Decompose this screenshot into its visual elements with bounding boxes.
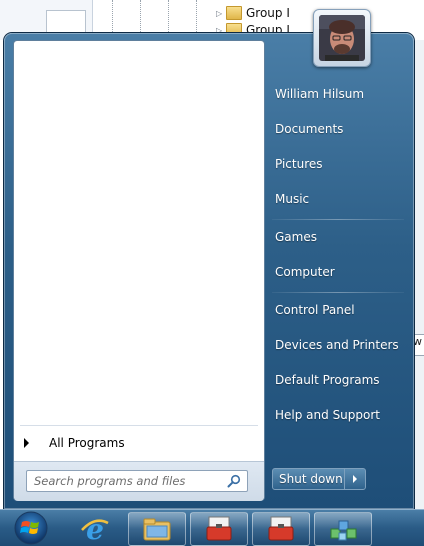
folder-icon [226,6,242,20]
tree-item-label: Group I [246,6,290,20]
network-cubes-icon [330,520,357,541]
folder-icon [143,518,171,541]
background-tree-item[interactable]: ▷ Group I [216,5,290,21]
background-partial-text: w [413,335,422,348]
shutdown-split-button: Shut down [272,468,366,490]
expand-icon[interactable]: ▷ [216,9,226,18]
internet-explorer-icon: e [81,514,109,544]
shutdown-options-button[interactable] [345,469,365,489]
toolbox-icon [206,516,232,541]
separator [272,292,404,293]
menu-item-control-panel[interactable]: Control Panel [275,300,355,320]
taskbar-toolbox-app-1[interactable] [190,512,248,546]
user-account-picture[interactable] [313,9,371,67]
all-programs-label: All Programs [49,436,125,450]
all-programs-button[interactable]: All Programs [20,433,258,453]
start-menu-left-pane: All Programs [13,40,265,501]
menu-item-pictures[interactable]: Pictures [275,154,323,174]
avatar-photo [319,15,365,61]
search-box[interactable] [26,470,248,492]
search-icon[interactable] [227,474,241,488]
separator [272,219,404,220]
shutdown-button[interactable]: Shut down [273,469,345,489]
menu-item-default-programs[interactable]: Default Programs [275,370,380,390]
arrow-right-icon [353,475,357,483]
menu-item-music[interactable]: Music [275,189,309,209]
pinned-programs-list [14,41,264,424]
separator [20,425,258,426]
menu-item-computer[interactable]: Computer [275,262,335,282]
user-avatar [319,15,365,61]
menu-item-devices-and-printers[interactable]: Devices and Printers [275,335,399,355]
start-button[interactable] [6,511,56,545]
arrow-right-icon [24,438,29,448]
taskbar-toolbox-app-2[interactable] [252,512,310,546]
menu-item-games[interactable]: Games [275,227,317,247]
taskbar: e [0,509,424,546]
toolbox-icon [268,516,294,541]
taskbar-network-app[interactable] [314,512,372,546]
menu-item-user-folder[interactable]: William Hilsum [275,84,364,104]
svg-text:e: e [86,514,104,544]
background-nav-box [46,10,86,34]
search-input[interactable] [27,471,230,491]
taskbar-windows-explorer[interactable] [128,512,186,546]
taskbar-internet-explorer[interactable]: e [66,512,124,546]
search-area [14,461,264,501]
start-menu: All Programs [4,33,414,509]
menu-item-help-and-support[interactable]: Help and Support [275,405,380,425]
menu-item-documents[interactable]: Documents [275,119,343,139]
